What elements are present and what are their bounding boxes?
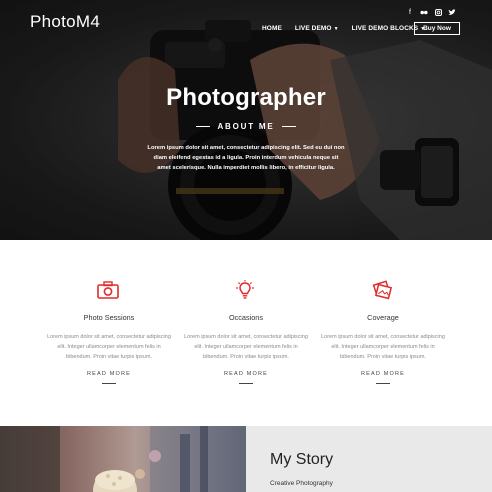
lightbulb-icon (236, 280, 254, 299)
service-title: Coverage (367, 313, 399, 322)
main-menu: HOME LIVE DEMO ▼ LIVE DEMO BLOCKS ▼ (262, 25, 438, 32)
story-title: My Story (270, 451, 334, 468)
divider (376, 383, 390, 384)
facebook-icon[interactable]: f (406, 9, 414, 16)
twitter-icon[interactable] (448, 9, 456, 16)
divider (196, 126, 211, 127)
read-more-link[interactable]: READ MORE (181, 371, 311, 377)
service-description: Lorem ipsum dolor sit amet, consectetur … (184, 334, 308, 361)
hero-title: Photographer (166, 84, 326, 111)
menu-item-live-demo[interactable]: LIVE DEMO ▼ (295, 25, 339, 32)
menu-item-label: LIVE DEMO (294, 25, 332, 32)
camera-icon (97, 281, 119, 299)
services-section: Photo Sessions Lorem ipsum dolor sit ame… (0, 240, 492, 426)
service-title: Photo Sessions (83, 313, 135, 322)
service-title: Occasions (228, 313, 264, 322)
story-panel: My Story Creative Photography (246, 426, 492, 492)
divider (239, 383, 253, 384)
story-photo (0, 426, 246, 492)
social-links: f (406, 9, 456, 16)
menu-item-home[interactable]: HOME (262, 25, 282, 32)
story-subtitle: Creative Photography (270, 480, 333, 487)
read-more-link[interactable]: READ MORE (318, 371, 448, 377)
photos-icon (372, 280, 393, 300)
flickr-icon[interactable] (420, 9, 428, 16)
service-description: Lorem ipsum dolor sit amet, consectetur … (47, 334, 171, 361)
divider (281, 126, 296, 127)
hero-subtitle: ABOUT ME (217, 122, 275, 131)
read-more-link[interactable]: READ MORE (44, 371, 174, 377)
menu-item-label: HOME (262, 25, 282, 32)
hero-subtitle-row: ABOUT ME (0, 122, 492, 131)
divider (102, 383, 116, 384)
menu-item-label: LIVE DEMO BLOCKS (351, 25, 419, 32)
hero-description: Lorem ipsum dolor sit amet, consectetur … (147, 145, 345, 171)
site-logo[interactable]: PhotoM4 (30, 12, 100, 32)
top-navigation: PhotoM4 f HOME LIVE DEMO ▼ LIVE DEMO BLOC… (0, 0, 492, 46)
instagram-icon[interactable] (434, 9, 442, 16)
caret-down-icon: ▼ (333, 26, 339, 32)
buy-now-button[interactable]: Buy Now (414, 22, 460, 35)
story-photo-image (0, 426, 246, 492)
service-description: Lorem ipsum dolor sit amet, consectetur … (321, 334, 445, 361)
hero-section: PhotoM4 f HOME LIVE DEMO ▼ LIVE DEMO BLOC… (0, 0, 492, 240)
